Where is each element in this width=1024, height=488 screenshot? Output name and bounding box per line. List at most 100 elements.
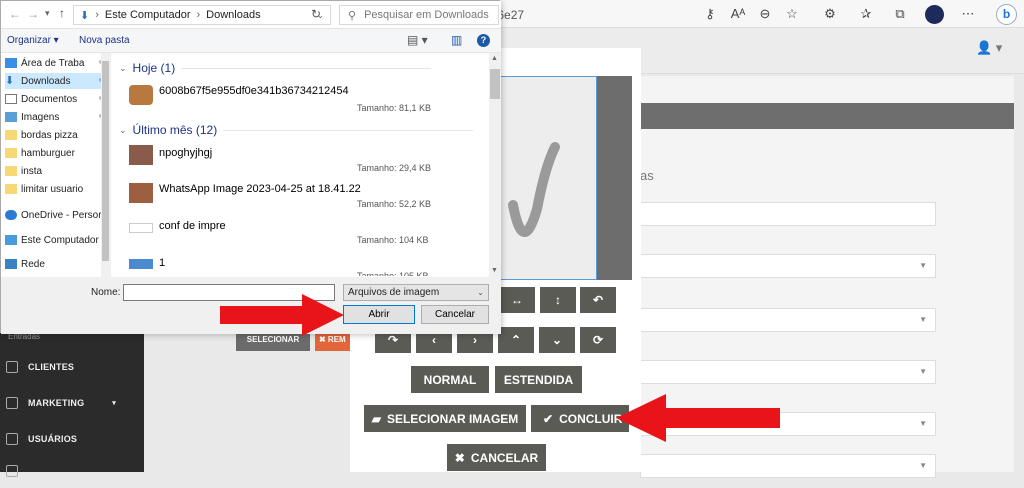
cancel-dialog-button[interactable]: Cancelar — [421, 305, 489, 324]
dialog-toolbar: Organizar ▾ Nova pasta ▤ ▾ ▥ ? — [1, 29, 501, 53]
sidebar-item-clientes[interactable]: CLIENTES — [0, 350, 144, 384]
arrows-horizontal-icon: ↔ — [511, 293, 523, 307]
file-list-scrollbar-thumb[interactable] — [490, 69, 500, 99]
divider — [181, 67, 432, 69]
extended-mode-button[interactable]: ESTENDIDA — [495, 366, 582, 393]
organize-menu[interactable]: Organizar ▾ — [7, 35, 59, 46]
organize-label: Organizar — [7, 35, 51, 46]
scroll-down-icon[interactable]: ▼ — [491, 267, 498, 274]
file-type-select[interactable]: Arquivos de imagem ⌄ — [343, 284, 489, 301]
address-bar: ← → ▾ ↑ ⬇ › Este Computador › Downloads … — [1, 1, 501, 29]
more-icon[interactable]: ⋯ — [960, 6, 976, 22]
nav-item-folder[interactable]: bordas pizza — [5, 127, 105, 143]
new-folder-button[interactable]: Nova pasta — [79, 35, 130, 46]
nav-item-images[interactable]: Imagens✎ — [5, 109, 105, 125]
recent-locations-icon[interactable]: ▾ — [45, 8, 50, 19]
select-field-2[interactable]: ▼ — [640, 308, 936, 332]
nav-item-onedrive[interactable]: OneDrive - Persor — [5, 207, 105, 223]
favorite-icon[interactable]: ☆ — [784, 6, 800, 22]
preview-pane-icon[interactable]: ▥ — [451, 33, 462, 47]
chevron-right-icon: › — [473, 333, 477, 347]
favorites-icon[interactable]: ✰ — [858, 6, 874, 22]
reset-button[interactable]: ⟳ — [580, 327, 616, 353]
chevron-down-icon: ⌄ — [119, 62, 127, 73]
sidebar-item-usuarios[interactable]: USUÁRIOS — [0, 422, 144, 456]
read-aloud-icon[interactable]: Aᴬ — [730, 6, 746, 22]
group-header-today[interactable]: ⌄ Hoje (1) — [119, 61, 432, 75]
open-button[interactable]: Abrir — [343, 305, 415, 324]
nav-item-folder[interactable]: hamburguer — [5, 145, 105, 161]
select-image-button[interactable]: ▰ SELECIONAR IMAGEM — [364, 405, 526, 432]
nav-item-documents[interactable]: Documentos✎ — [5, 91, 105, 107]
move-down-button[interactable]: ⌄ — [539, 327, 575, 353]
nav-item-computer[interactable]: Este Computador — [5, 232, 105, 248]
file-size: Tamanho: 105 KB — [357, 271, 429, 276]
view-options-icon[interactable]: ▤ ▾ — [407, 33, 428, 47]
nav-item-downloads[interactable]: ⬇Downloads✎ — [5, 73, 105, 89]
search-field[interactable]: ⚲ Pesquisar em Downloads — [339, 5, 499, 25]
annotation-arrow-finish — [616, 394, 780, 442]
file-open-dialog: ← → ▾ ↑ ⬇ › Este Computador › Downloads … — [0, 0, 501, 334]
forward-icon[interactable]: → — [27, 7, 39, 21]
breadcrumb-item[interactable]: Este Computador — [105, 9, 191, 21]
documents-icon — [5, 94, 17, 104]
refresh-icon[interactable]: ↻ — [311, 7, 321, 21]
cloud-icon — [5, 210, 17, 220]
nav-item-folder[interactable]: limitar usuario — [5, 181, 105, 197]
nav-item-network[interactable]: Rede — [5, 256, 105, 272]
move-up-button[interactable]: ⌃ — [498, 327, 534, 353]
chevron-right-icon: › — [196, 9, 201, 21]
select-field-3[interactable]: ▼ — [640, 360, 936, 384]
help-icon[interactable]: ? — [477, 34, 490, 47]
chevron-down-icon: ⌄ — [551, 333, 563, 347]
computer-icon — [5, 235, 17, 245]
cancel-modal-button[interactable]: ✖ CANCELAR — [447, 444, 546, 471]
nav-label: insta — [21, 165, 43, 177]
arrows-vertical-icon: ↕ — [555, 293, 561, 307]
profile-icon[interactable] — [925, 5, 944, 24]
normal-mode-button[interactable]: NORMAL — [411, 366, 489, 393]
undo-icon: ↶ — [592, 293, 604, 307]
nav-label: Rede — [21, 258, 45, 270]
network-icon — [5, 259, 17, 269]
select-field-5[interactable]: ▼ — [640, 454, 936, 478]
nav-label: limitar usuario — [21, 183, 84, 195]
back-icon[interactable]: ← — [9, 7, 21, 21]
breadcrumb[interactable]: ⬇ › Este Computador › Downloads ⌄ — [73, 5, 331, 25]
scroll-up-icon[interactable]: ▲ — [491, 55, 498, 62]
nav-scrollbar-thumb[interactable] — [102, 61, 109, 261]
chevron-down-icon: ▾ — [112, 400, 117, 407]
collections-icon[interactable]: ⧉ — [892, 6, 908, 22]
nav-item-desktop[interactable]: Área de Traba✎ — [5, 55, 105, 71]
sidebar-item-more[interactable] — [0, 454, 144, 488]
zoom-out-icon[interactable]: ⊖ — [757, 6, 773, 22]
key-icon[interactable]: ⚷ — [702, 6, 718, 22]
chevron-down-icon: ⌄ — [477, 288, 484, 297]
undo-button[interactable]: ↶ — [580, 287, 616, 313]
chevron-down-icon: ▼ — [919, 461, 927, 470]
user-menu-icon[interactable]: 👤 ▾ — [976, 40, 1002, 56]
file-name: 1 — [159, 257, 166, 269]
crop-selection[interactable] — [500, 76, 597, 280]
group-header-last-month[interactable]: ⌄ Último mês (12) — [119, 123, 474, 137]
up-folder-icon[interactable]: ↑ — [59, 6, 65, 20]
group-label: Último mês (12) — [132, 123, 218, 137]
refresh-icon: ⟳ — [592, 333, 604, 347]
select-field-1[interactable]: ▼ — [640, 254, 936, 278]
text-input[interactable] — [640, 202, 936, 226]
breadcrumb-item[interactable]: Downloads — [206, 9, 260, 21]
folder-icon — [5, 130, 17, 140]
nav-item-folder[interactable]: insta — [5, 163, 105, 179]
image-thumbnail — [129, 223, 153, 233]
flip-horizontal-button[interactable]: ↔ — [499, 287, 535, 313]
chevron-down-icon: ▼ — [919, 261, 927, 270]
file-size: Tamanho: 29,4 KB — [357, 163, 432, 173]
flip-vertical-button[interactable]: ↕ — [540, 287, 576, 313]
folder-icon — [5, 184, 17, 194]
bing-icon[interactable]: b — [996, 4, 1017, 25]
sidebar-item-label: CLIENTES — [28, 362, 75, 372]
chevron-down-icon: ▼ — [919, 315, 927, 324]
sidebar-item-marketing[interactable]: MARKETING ▾ — [0, 386, 144, 420]
extensions-icon[interactable]: ⚙ — [822, 6, 838, 22]
sidebar-item-label: MARKETING — [28, 398, 85, 408]
